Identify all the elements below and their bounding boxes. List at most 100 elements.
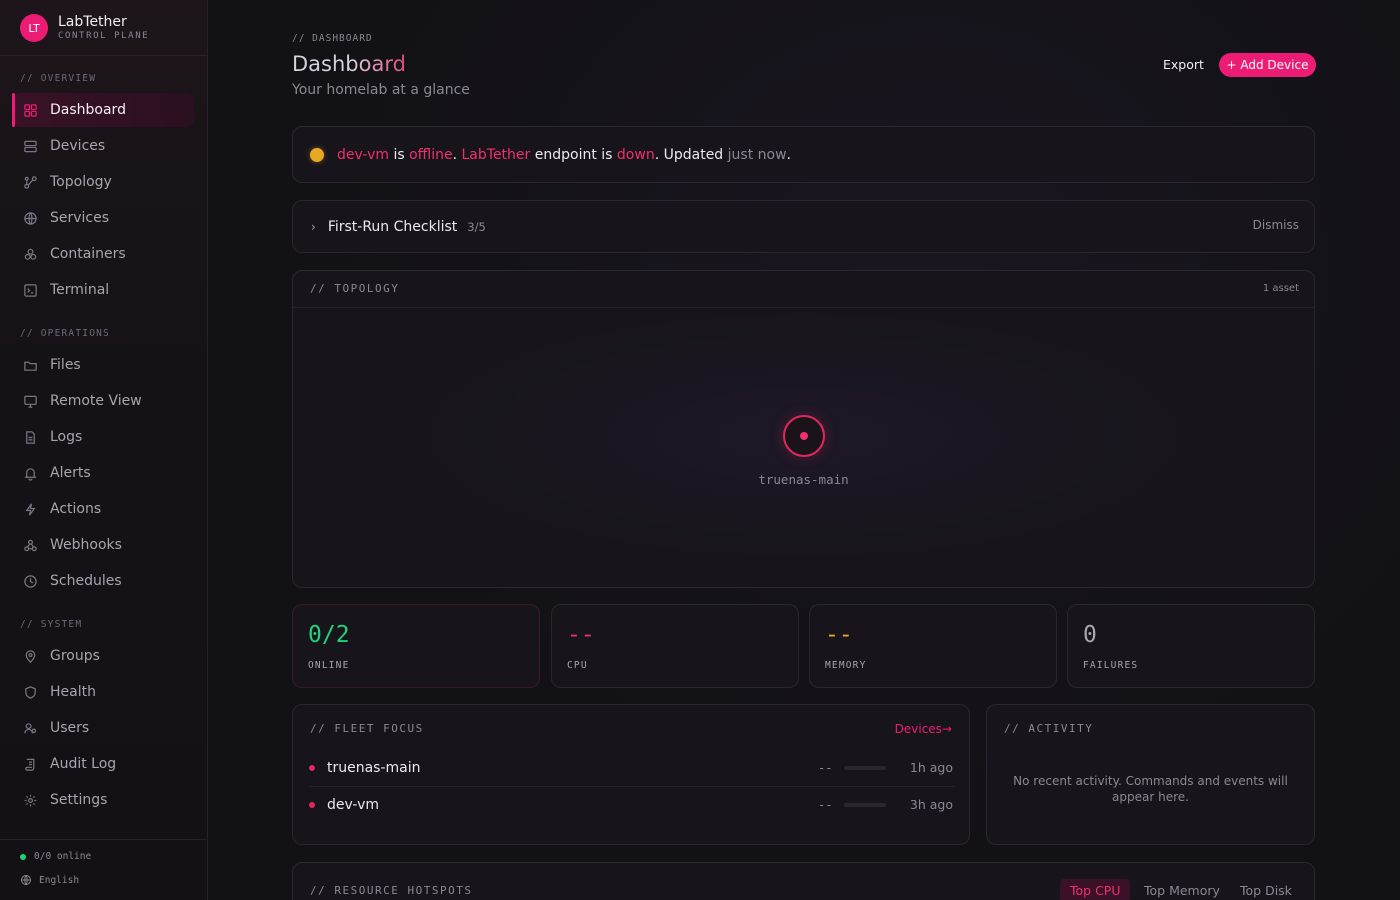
containers-icon (22, 246, 38, 262)
sidebar-item-terminal[interactable]: Terminal (12, 273, 194, 307)
sidebar-item-label: Dashboard (50, 102, 126, 118)
fleet-usage-bar (844, 802, 886, 807)
stat-value: -- (567, 622, 595, 648)
alert-text: . (452, 146, 462, 163)
language-selector[interactable]: English (20, 874, 79, 886)
fleet-device-name: dev-vm (327, 796, 380, 813)
fleet-row[interactable]: truenas-main -- 1h ago (309, 749, 955, 786)
sidebar-item-label: Remote View (50, 393, 142, 409)
stat-value: -- (825, 622, 853, 648)
sidebar-item-label: Logs (50, 429, 83, 445)
stat-cpu[interactable]: -- CPU (551, 604, 799, 688)
file-text-icon (22, 429, 38, 445)
alert-state: down (616, 146, 655, 163)
add-device-button[interactable]: + Add Device (1219, 53, 1316, 77)
sidebar-item-label: Topology (50, 174, 112, 190)
sidebar-item-label: Containers (50, 246, 126, 262)
sidebar-item-label: Users (50, 720, 90, 736)
language-label: English (39, 874, 80, 886)
fleet-usage-bar (844, 765, 886, 770)
stat-label: CPU (567, 660, 588, 671)
sidebar-item-label: Devices (50, 138, 106, 154)
topology-card: // TOPOLOGY 1 asset truenas-main (292, 270, 1315, 588)
brand[interactable]: LT LabTether CONTROL PLANE (20, 13, 149, 43)
brand-avatar: LT (20, 14, 48, 42)
sidebar-item-containers[interactable]: Containers (12, 237, 194, 271)
fleet-last-seen: 3h ago (909, 797, 953, 812)
fleet-row[interactable]: dev-vm -- 3h ago (309, 786, 955, 823)
stat-label: MEMORY (825, 660, 867, 671)
hotspots-label: // RESOURCE HOTSPOTS (310, 884, 473, 897)
sidebar-item-dashboard[interactable]: Dashboard (12, 93, 194, 127)
fleet-focus-card: // FLEET FOCUS Devices→ truenas-main -- … (292, 704, 970, 845)
alert-banner: dev-vm is offline. LabTether endpoint is… (292, 126, 1315, 183)
devices-link[interactable]: Devices→ (895, 722, 952, 736)
terminal-icon (22, 282, 38, 298)
alert-time: just now (727, 146, 787, 163)
tab-top-cpu[interactable]: Top CPU (1060, 879, 1131, 900)
status-dot-icon (309, 801, 315, 808)
sidebar-item-devices[interactable]: Devices (12, 129, 194, 163)
sidebar-item-topology[interactable]: Topology (12, 165, 194, 199)
sidebar-footer-divider (0, 839, 207, 840)
sidebar-item-label: Files (50, 357, 81, 373)
alert-text: is (389, 146, 410, 163)
stat-online[interactable]: 0/2 ONLINE (292, 604, 540, 688)
alert-device-link[interactable]: dev-vm (337, 147, 389, 163)
alert-text: endpoint is (530, 146, 617, 163)
sidebar-item-label: Actions (50, 501, 102, 517)
sidebar-item-files[interactable]: Files (12, 348, 194, 382)
sidebar-item-logs[interactable]: Logs (12, 420, 194, 454)
sidebar-item-label: Services (50, 210, 110, 226)
sidebar-item-alerts[interactable]: Alerts (12, 456, 194, 490)
fleet-device-value: -- (818, 760, 833, 775)
alert-endpoint-link[interactable]: LabTether (462, 147, 531, 163)
sidebar-item-groups[interactable]: Groups (12, 639, 194, 673)
sidebar-item-actions[interactable]: Actions (12, 492, 194, 526)
sidebar-item-audit-log[interactable]: Audit Log (12, 747, 194, 781)
fleet-device-value: -- (818, 797, 833, 812)
chevron-right-icon: › (311, 219, 316, 234)
sidebar-item-services[interactable]: Services (12, 201, 194, 235)
lightning-icon (22, 501, 38, 517)
sidebar-item-health[interactable]: Health (12, 675, 194, 709)
alert-text: . (786, 146, 791, 163)
node-core-icon (800, 432, 808, 440)
webhook-icon (22, 537, 38, 553)
nav-section-operations: // OPERATIONS (20, 328, 110, 339)
online-status: 0/0 online (20, 851, 91, 862)
stat-memory[interactable]: -- MEMORY (809, 604, 1057, 688)
checklist-progress: 3/5 (467, 219, 486, 234)
gear-icon (22, 792, 38, 808)
fleet-device-name: truenas-main (327, 759, 421, 776)
checklist-title: First-Run Checklist (327, 218, 458, 235)
dismiss-button[interactable]: Dismiss (1253, 218, 1299, 232)
sidebar-item-label: Settings (50, 792, 108, 808)
sidebar-item-users[interactable]: Users (12, 711, 194, 745)
fleet-focus-label: // FLEET FOCUS (310, 722, 424, 735)
topology-node[interactable] (783, 415, 825, 457)
stat-failures[interactable]: 0 FAILURES (1067, 604, 1315, 688)
export-button[interactable]: Export (1155, 55, 1212, 74)
topology-label: // TOPOLOGY (310, 282, 400, 295)
stat-value: 0 (1083, 622, 1097, 648)
sidebar-item-webhooks[interactable]: Webhooks (12, 528, 194, 562)
sidebar-item-label: Audit Log (50, 756, 117, 772)
activity-label: // ACTIVITY (1004, 722, 1094, 735)
nav-section-overview: // OVERVIEW (20, 73, 97, 84)
status-dot-icon (309, 764, 315, 771)
sidebar-item-schedules[interactable]: Schedules (12, 564, 194, 598)
scroll-icon (22, 756, 38, 772)
users-icon (22, 720, 38, 736)
tab-top-memory[interactable]: Top Memory (1134, 879, 1230, 900)
page-subtitle: Your homelab at a glance (292, 82, 470, 98)
sidebar-item-label: Terminal (50, 282, 110, 298)
resource-hotspots-card: // RESOURCE HOTSPOTS Top CPU Top Memory … (292, 862, 1315, 900)
sidebar-item-remote-view[interactable]: Remote View (12, 384, 194, 418)
first-run-checklist[interactable]: › First-Run Checklist 3/5 Dismiss (292, 200, 1315, 253)
stat-label: FAILURES (1083, 660, 1139, 671)
sidebar-item-settings[interactable]: Settings (12, 783, 194, 817)
tab-top-disk[interactable]: Top Disk (1230, 879, 1302, 900)
dashboard-icon (22, 102, 38, 118)
warning-dot-icon (310, 147, 324, 162)
